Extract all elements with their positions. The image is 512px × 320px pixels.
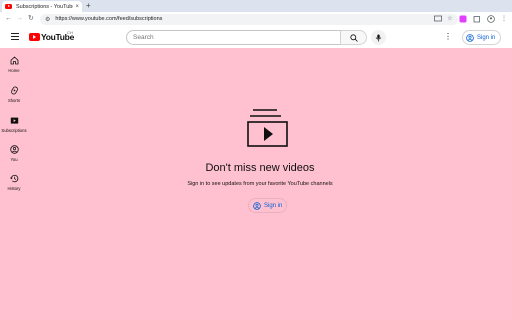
- sidebar-item-label: Home: [8, 68, 20, 73]
- cast-icon[interactable]: [434, 15, 442, 23]
- browser-menu-icon[interactable]: ⋮: [500, 15, 508, 23]
- history-icon: [9, 174, 18, 183]
- extensions-puzzle-icon[interactable]: [473, 15, 481, 23]
- sidebar-item-label: History: [7, 186, 21, 191]
- microphone-icon: [375, 34, 382, 41]
- sidebar-item-you[interactable]: You: [0, 145, 28, 162]
- account-circle-icon: [253, 201, 261, 210]
- tab-title: Subscriptions - YouTube: [16, 3, 74, 10]
- address-bar[interactable]: ⚙ https://www.youtube.com/feed/subscript…: [40, 13, 458, 25]
- browser-toolbar: ← → ↻ ⚙ https://www.youtube.com/feed/sub…: [0, 12, 512, 26]
- header-sign-in-button[interactable]: Sign in: [462, 30, 501, 45]
- url-text: https://www.youtube.com/feed/subscriptio…: [55, 16, 163, 22]
- sidebar-item-label: You: [10, 157, 18, 162]
- subscriptions-empty-icon: [247, 109, 288, 147]
- sidebar-item-label: Shorts: [7, 98, 21, 103]
- forward-button[interactable]: →: [16, 14, 23, 24]
- sign-in-label: Sign in: [477, 34, 496, 41]
- account-circle-icon: [466, 33, 474, 42]
- home-icon: [10, 56, 18, 65]
- sidebar-item-home[interactable]: Home: [0, 56, 28, 73]
- empty-state-description: Sign in to see updates from your favorit…: [187, 181, 333, 187]
- browser-tab-strip: Subscriptions - YouTube × +: [0, 0, 512, 12]
- sign-in-button[interactable]: Sign in: [248, 198, 287, 213]
- reload-button[interactable]: ↻: [28, 14, 34, 24]
- youtube-favicon-icon: [5, 4, 12, 9]
- sidebar-item-subscriptions[interactable]: Subscriptions: [0, 116, 28, 133]
- shorts-icon: [10, 86, 18, 95]
- browser-tab[interactable]: Subscriptions - YouTube ×: [2, 1, 82, 12]
- search-input[interactable]: [126, 30, 341, 45]
- youtube-header: YouTube CH ⋮ Sign in: [0, 26, 512, 48]
- site-info-icon[interactable]: ⚙: [45, 16, 50, 23]
- bookmark-star-icon[interactable]: ☆: [446, 15, 454, 23]
- sidebar-item-label: Subscriptions: [1, 128, 27, 133]
- account-icon: [9, 145, 19, 154]
- new-tab-button[interactable]: +: [86, 1, 91, 11]
- profile-icon[interactable]: [487, 15, 495, 23]
- empty-state-title: Don't miss new videos: [205, 162, 315, 174]
- sidebar-item-shorts[interactable]: Shorts: [0, 86, 28, 103]
- subscriptions-icon: [10, 117, 18, 124]
- voice-search-button[interactable]: [371, 30, 386, 45]
- tab-close-button[interactable]: ×: [75, 4, 79, 10]
- back-button[interactable]: ←: [5, 14, 12, 24]
- sidebar-item-history[interactable]: History: [0, 174, 28, 191]
- menu-icon[interactable]: [11, 33, 19, 40]
- settings-more-icon[interactable]: ⋮: [444, 32, 452, 42]
- extension-icon[interactable]: [459, 15, 467, 23]
- search-icon: [350, 34, 358, 42]
- region-code: CH: [67, 30, 73, 35]
- search-button[interactable]: [340, 30, 367, 45]
- youtube-play-icon: [29, 33, 40, 41]
- sign-in-label: Sign in: [264, 202, 283, 209]
